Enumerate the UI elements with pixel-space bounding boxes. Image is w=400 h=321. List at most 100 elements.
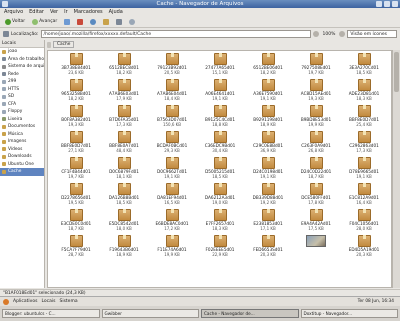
file-item[interactable]: E6BDE8AC0d01 17,2 KB bbox=[148, 209, 196, 235]
file-item[interactable]: 6512BE06d01 18,2 KB bbox=[244, 53, 292, 79]
file-item[interactable]: F11E74A6d01 19,9 KB bbox=[148, 235, 196, 261]
computer-button[interactable] bbox=[114, 18, 124, 26]
reload-button[interactable] bbox=[88, 18, 98, 26]
file-item[interactable]: BBF8E0A7d01 48,4 KB bbox=[100, 131, 148, 157]
taskbar-button[interactable]: Cache - Navegador de... bbox=[201, 309, 299, 318]
file-item[interactable]: F02EEEE5d01 22,9 KB bbox=[196, 235, 244, 261]
sidebar-item[interactable]: HTTS bbox=[0, 86, 44, 94]
file-item[interactable]: DA126B8Bd01 18,5 KB bbox=[100, 183, 148, 209]
view-mode-select[interactable]: Visão em ícones bbox=[347, 30, 398, 38]
file-item[interactable]: 9653258Bd01 18,2 KB bbox=[52, 79, 100, 105]
file-item[interactable]: 6512BEC8d01 18,2 KB bbox=[100, 53, 148, 79]
sidebar-item[interactable]: Downloads bbox=[0, 153, 44, 161]
file-item[interactable]: E5DC8542d01 18,0 KB bbox=[100, 209, 148, 235]
up-button[interactable] bbox=[62, 18, 72, 26]
menu-item[interactable]: Ir bbox=[64, 8, 68, 16]
window-menu-icon[interactable] bbox=[2, 1, 8, 7]
file-item[interactable]: ED4D5A19d01 20,3 KB bbox=[340, 235, 388, 261]
file-item[interactable]: E9A4A42Ad01 17,5 KB bbox=[292, 209, 340, 235]
file-item[interactable]: ADE23D81d01 18,3 KB bbox=[340, 79, 388, 105]
file-item[interactable]: C263F0A9d01 26,8 KB bbox=[292, 131, 340, 157]
file-item[interactable]: D0C9662Td01 19,1 KB bbox=[148, 157, 196, 183]
file-item[interactable]: DB339D88d01 19,2 KB bbox=[244, 183, 292, 209]
sidebar-item[interactable]: Sistema de arquivos bbox=[0, 63, 44, 71]
sidebar-item[interactable]: Documentos bbox=[0, 123, 44, 131]
file-item[interactable]: C36EDC9Bd01 30,4 KB bbox=[196, 131, 244, 157]
file-item[interactable]: F5CA7F79d01 28,7 KB bbox=[52, 235, 100, 261]
file-item[interactable]: C29C0E8Bd01 36,9 KB bbox=[244, 131, 292, 157]
sidebar-item[interactable]: joao bbox=[0, 48, 44, 56]
file-item[interactable]: E1C812A9d01 16,4 KB bbox=[340, 183, 388, 209]
sidebar-item[interactable]: CFA bbox=[0, 101, 44, 109]
clock[interactable]: Ter 08 Jun, 16:34 bbox=[358, 297, 394, 306]
path-left-icon[interactable] bbox=[47, 41, 51, 48]
taskbar-button[interactable]: Gwibber bbox=[101, 309, 199, 318]
sidebar-item[interactable]: Área de trabalho bbox=[0, 56, 44, 64]
menu-item[interactable]: Marcadores bbox=[74, 8, 103, 16]
sidebar-item[interactable]: Vídeos bbox=[0, 146, 44, 154]
sidebar-item[interactable]: Floppy bbox=[0, 108, 44, 116]
vertical-scrollbar[interactable] bbox=[392, 50, 400, 288]
file-item[interactable]: A7AB6E03d01 17,9 KB bbox=[100, 79, 148, 105]
file-item[interactable]: D2278656d01 19,5 KB bbox=[52, 183, 100, 209]
applications-menu[interactable]: Aplicativos bbox=[13, 299, 37, 304]
file-item[interactable]: 7927508Ed01 19,7 KB bbox=[292, 53, 340, 79]
menu-item[interactable]: Editar bbox=[29, 8, 44, 16]
file-item[interactable]: 79123B92d01 20,5 KB bbox=[148, 53, 196, 79]
menu-item[interactable]: Arquivo bbox=[4, 8, 23, 16]
zoom-out-icon[interactable] bbox=[312, 31, 319, 37]
file-item[interactable]: 3E3A270Cd01 18,5 KB bbox=[340, 53, 388, 79]
zoom-in-icon[interactable] bbox=[339, 31, 346, 37]
file-item[interactable]: D0C6879Fd01 18,1 KB bbox=[100, 157, 148, 183]
places-menu[interactable]: Locais bbox=[41, 299, 55, 304]
file-item[interactable]: B9125C4Cd01 18,8 KB bbox=[196, 105, 244, 131]
menu-item[interactable]: Ajuda bbox=[109, 8, 123, 16]
toggle-location-icon[interactable] bbox=[3, 31, 9, 37]
home-button[interactable] bbox=[101, 18, 111, 26]
file-item[interactable]: 27477A65d01 15,1 KB bbox=[196, 53, 244, 79]
location-input[interactable]: /home/joao/.mozilla/firefox/xxxxx.defaul… bbox=[40, 30, 311, 38]
file-item[interactable]: B7563D07d01 150,6 KB bbox=[148, 105, 196, 131]
file-item[interactable]: DA81EF94d01 16,5 KB bbox=[148, 183, 196, 209]
path-button-cache[interactable]: Cache bbox=[53, 41, 75, 48]
file-item[interactable]: D5005215d01 18,5 KB bbox=[196, 157, 244, 183]
file-item[interactable]: BCDAF0BCd01 29,3 KB bbox=[148, 131, 196, 157]
sidebar-item[interactable]: Imagens bbox=[0, 138, 44, 146]
file-item[interactable]: F04C1056d01 28,0 KB bbox=[340, 209, 388, 235]
file-item[interactable]: D24C0D22d01 18,7 KB bbox=[292, 157, 340, 183]
file-item[interactable]: E2381853d01 17,1 KB bbox=[244, 209, 292, 235]
file-item[interactable]: AC8D15AEd01 19,3 KB bbox=[292, 79, 340, 105]
file-item[interactable]: B9BD8E53d01 19,9 KB bbox=[292, 105, 340, 131]
file-item[interactable]: A7AB6E04d01 18,4 KB bbox=[148, 79, 196, 105]
file-item[interactable]: B7D6FA35d01 17,3 KB bbox=[100, 105, 148, 131]
sidebar-header[interactable]: Locais bbox=[0, 40, 44, 48]
minimize-icon[interactable] bbox=[376, 1, 382, 7]
system-menu[interactable]: Sistema bbox=[59, 299, 77, 304]
sidebar-item[interactable]: SD bbox=[0, 93, 44, 101]
file-item[interactable]: C2962863d01 17,3 KB bbox=[340, 131, 388, 157]
sidebar-item[interactable]: Lixeira bbox=[0, 116, 44, 124]
sidebar-item[interactable]: Cache bbox=[0, 168, 44, 176]
file-item[interactable]: E3CDE0C0d01 18,7 KB bbox=[52, 209, 100, 235]
file-item[interactable]: BBF8E0D7d01 27,1 KB bbox=[52, 131, 100, 157]
menu-item[interactable]: Ver bbox=[50, 8, 58, 16]
scrollbar-thumb[interactable] bbox=[394, 52, 399, 92]
file-item[interactable]: A36E7590d01 19,1 KB bbox=[244, 79, 292, 105]
file-item[interactable]: 3B738E84d01 23,6 KB bbox=[52, 53, 100, 79]
close-icon[interactable] bbox=[392, 1, 398, 7]
file-item[interactable]: F19643B6d01 18,9 KB bbox=[100, 235, 148, 261]
file-item[interactable]: D78E9665d01 19,1 KB bbox=[340, 157, 388, 183]
file-item[interactable]: B0F8A382d01 19,3 KB bbox=[52, 105, 100, 131]
sidebar-item[interactable]: Ubuntu One bbox=[0, 161, 44, 169]
search-button[interactable] bbox=[127, 18, 137, 26]
file-item[interactable]: D24C0198d01 19,1 KB bbox=[244, 157, 292, 183]
stop-button[interactable] bbox=[75, 18, 85, 26]
sidebar-item[interactable]: 299 bbox=[0, 78, 44, 86]
forward-button[interactable]: Avançar bbox=[30, 18, 59, 26]
file-item[interactable] bbox=[292, 235, 340, 261]
file-item[interactable]: A06E4641d01 19,1 KB bbox=[196, 79, 244, 105]
file-item[interactable]: DCE580FFd01 17,8 KB bbox=[292, 183, 340, 209]
sidebar-item[interactable]: Música bbox=[0, 131, 44, 139]
file-item[interactable]: BBF8E0D7d01 25,4 KB bbox=[340, 105, 388, 131]
sidebar-item[interactable]: Rede bbox=[0, 71, 44, 79]
